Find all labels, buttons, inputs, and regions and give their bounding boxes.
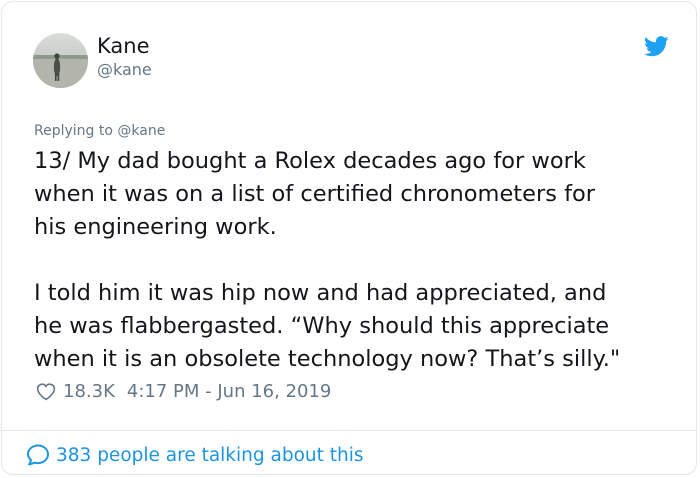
like-count[interactable]: 18.3K	[63, 381, 115, 402]
reply-context[interactable]: Replying to @kane	[34, 122, 165, 140]
timestamp[interactable]: 4:17 PM - Jun 16, 2019	[127, 381, 331, 402]
speech-bubble-icon	[27, 444, 49, 466]
display-name[interactable]: Kane	[97, 33, 150, 59]
avatar[interactable]	[33, 33, 88, 88]
conversation-text[interactable]: 383 people are talking about this	[56, 445, 364, 466]
conversation-link[interactable]: 383 people are talking about this	[26, 442, 364, 468]
twitter-bird-icon[interactable]	[644, 36, 669, 57]
tweet-card: Kane @kane Replying to @kane 13/ My dad …	[1, 1, 697, 475]
tweet-paragraph: 13/ My dad bought a Rolex decades ago fo…	[34, 148, 596, 240]
tweet-meta: 18.3K 4:17 PM - Jun 16, 2019	[35, 378, 331, 404]
heart-icon[interactable]	[35, 381, 57, 401]
tweet-paragraph: I told him it was hip now and had apprec…	[34, 280, 621, 372]
divider	[2, 430, 696, 431]
tweet-text: 13/ My dad bought a Rolex decades ago fo…	[34, 145, 674, 376]
user-handle[interactable]: @kane	[97, 60, 152, 80]
